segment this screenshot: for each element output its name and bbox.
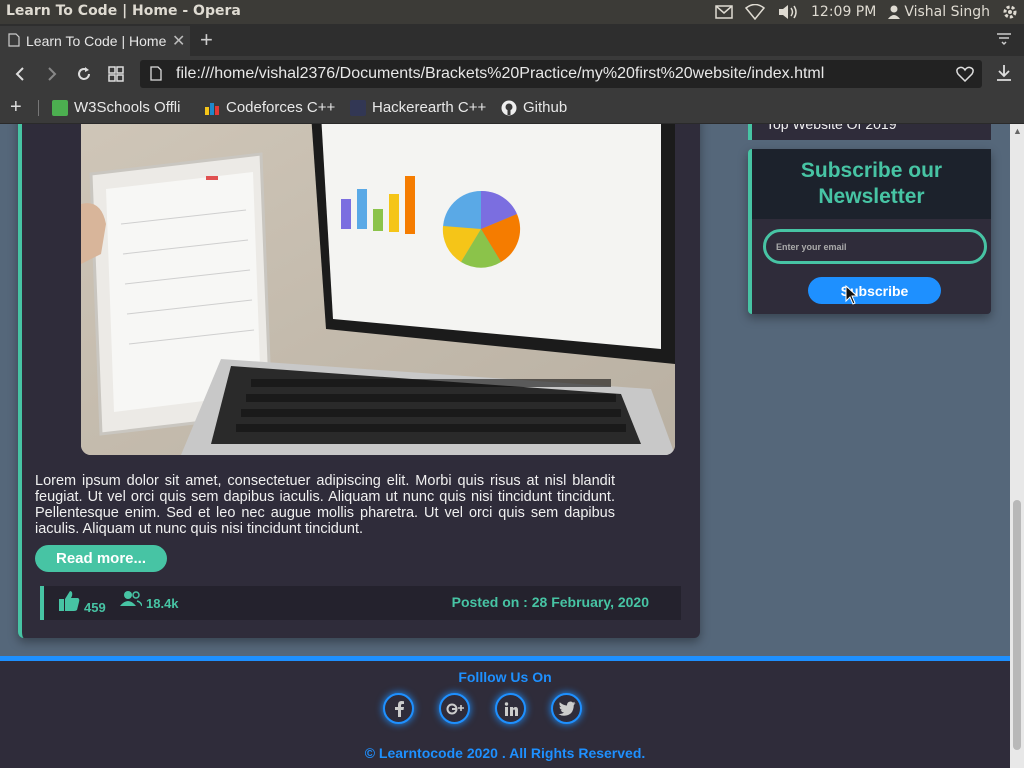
post-date: Posted on : 28 February, 2020 [451, 594, 649, 610]
social-links [383, 693, 582, 724]
github-icon [501, 100, 517, 116]
bookmark-label: W3Schools Offli [74, 99, 181, 116]
copyright-text: © Learntocode 2020 . All Rights Reserved… [364, 745, 646, 761]
user-icon [888, 5, 901, 19]
thumbs-up-icon [58, 590, 80, 615]
download-icon[interactable] [996, 64, 1012, 87]
browser-tab[interactable]: Learn To Code | Home - Opera ✕ [0, 26, 190, 56]
post-body-text: Lorem ipsum dolor sit amet, consectetuer… [35, 473, 615, 537]
url-text: file:///home/vishal2376/Documents/Bracke… [176, 65, 825, 82]
os-top-bar: Learn To Code | Home - Opera 12:09 PM Vi… [0, 0, 1024, 24]
back-icon[interactable] [10, 64, 30, 84]
address-bar[interactable]: file:///home/vishal2376/Documents/Bracke… [140, 60, 982, 88]
laptop-tablet-photo [81, 124, 675, 455]
close-tab-icon[interactable]: ✕ [172, 31, 185, 51]
email-input[interactable] [763, 229, 987, 264]
newsletter-title: Subscribe our Newsletter [752, 149, 991, 219]
read-more-button[interactable]: Read more... [35, 545, 167, 572]
user-menu[interactable]: Vishal Singh [888, 4, 990, 20]
page-viewport: Lorem ipsum dolor sit amet, consectetuer… [0, 124, 1010, 768]
volume-icon[interactable] [777, 4, 799, 20]
twitter-icon[interactable] [551, 693, 582, 724]
os-indicators: 12:09 PM Vishal Singh [715, 0, 1018, 24]
add-bookmark-icon[interactable]: + [10, 96, 22, 119]
user-name: Vishal Singh [904, 4, 990, 20]
scroll-up-arrow-icon[interactable]: ▲ [1013, 126, 1022, 136]
hackerearth-icon [350, 99, 366, 116]
bookmark-hackerearth[interactable]: Hackerearth C++ [350, 99, 486, 116]
tab-menu-icon[interactable] [996, 32, 1012, 51]
tab-strip: Learn To Code | Home - Opera ✕ + [0, 24, 1024, 56]
mouse-cursor-icon [845, 284, 859, 310]
facebook-icon[interactable] [383, 693, 414, 724]
forward-icon[interactable] [42, 64, 62, 84]
mail-icon[interactable] [715, 5, 733, 19]
sidebar-item-label: Top Website Of 2019 [766, 124, 897, 132]
bookmark-github[interactable]: Github [501, 99, 567, 116]
bookmark-label: Codeforces C++ [226, 99, 336, 116]
bookmark-label: Github [523, 99, 568, 116]
page-icon [8, 32, 20, 50]
scrollbar-thumb[interactable] [1013, 500, 1021, 750]
w3schools-icon [52, 99, 68, 116]
speed-dial-icon[interactable] [106, 64, 126, 84]
likes-stat[interactable]: 459 [58, 590, 106, 615]
followers-stat[interactable]: 18.4k [120, 590, 179, 611]
subscribe-button[interactable]: Subscribe [808, 277, 941, 304]
tab-title: Learn To Code | Home - Opera [26, 33, 166, 49]
likes-count: 459 [84, 600, 106, 615]
power-gear-icon[interactable] [1002, 4, 1018, 20]
file-icon [150, 66, 162, 86]
follow-us-heading: Folllow Us On [458, 669, 552, 685]
reload-icon[interactable] [74, 64, 94, 84]
new-tab-button[interactable]: + [200, 29, 213, 51]
window-title: Learn To Code | Home - Opera [6, 3, 241, 19]
clock[interactable]: 12:09 PM [811, 4, 876, 20]
users-icon [120, 590, 143, 611]
newsletter-widget: Subscribe our Newsletter Subscribe [748, 149, 991, 314]
page-scrollbar[interactable]: ▲ [1010, 124, 1024, 768]
site-footer: Folllow Us On © Learntocode 2020 . All R… [0, 656, 1010, 768]
codeforces-icon [204, 100, 220, 116]
navigation-bar: file:///home/vishal2376/Documents/Bracke… [0, 56, 1024, 92]
wifi-icon[interactable] [745, 4, 766, 20]
bookmark-label: Hackerearth C++ [372, 99, 487, 116]
google-plus-icon[interactable] [439, 693, 470, 724]
bookmark-codeforces[interactable]: Codeforces C++ [204, 99, 335, 116]
bookmark-w3schools[interactable]: W3Schools Offli [52, 99, 184, 116]
bookmark-heart-icon[interactable] [956, 66, 974, 87]
followers-count: 18.4k [146, 596, 179, 611]
blog-post-card: Lorem ipsum dolor sit amet, consectetuer… [18, 124, 700, 638]
post-meta-bar: 459 18.4k Posted on : 28 February, 2020 [40, 586, 681, 620]
linkedin-icon[interactable] [495, 693, 526, 724]
sidebar-list-item[interactable]: Top Website Of 2019 [748, 124, 991, 140]
bookmarks-bar: + W3Schools Offli Codeforces C++ Hackere… [0, 92, 1024, 124]
bookmarks-divider [38, 100, 39, 116]
